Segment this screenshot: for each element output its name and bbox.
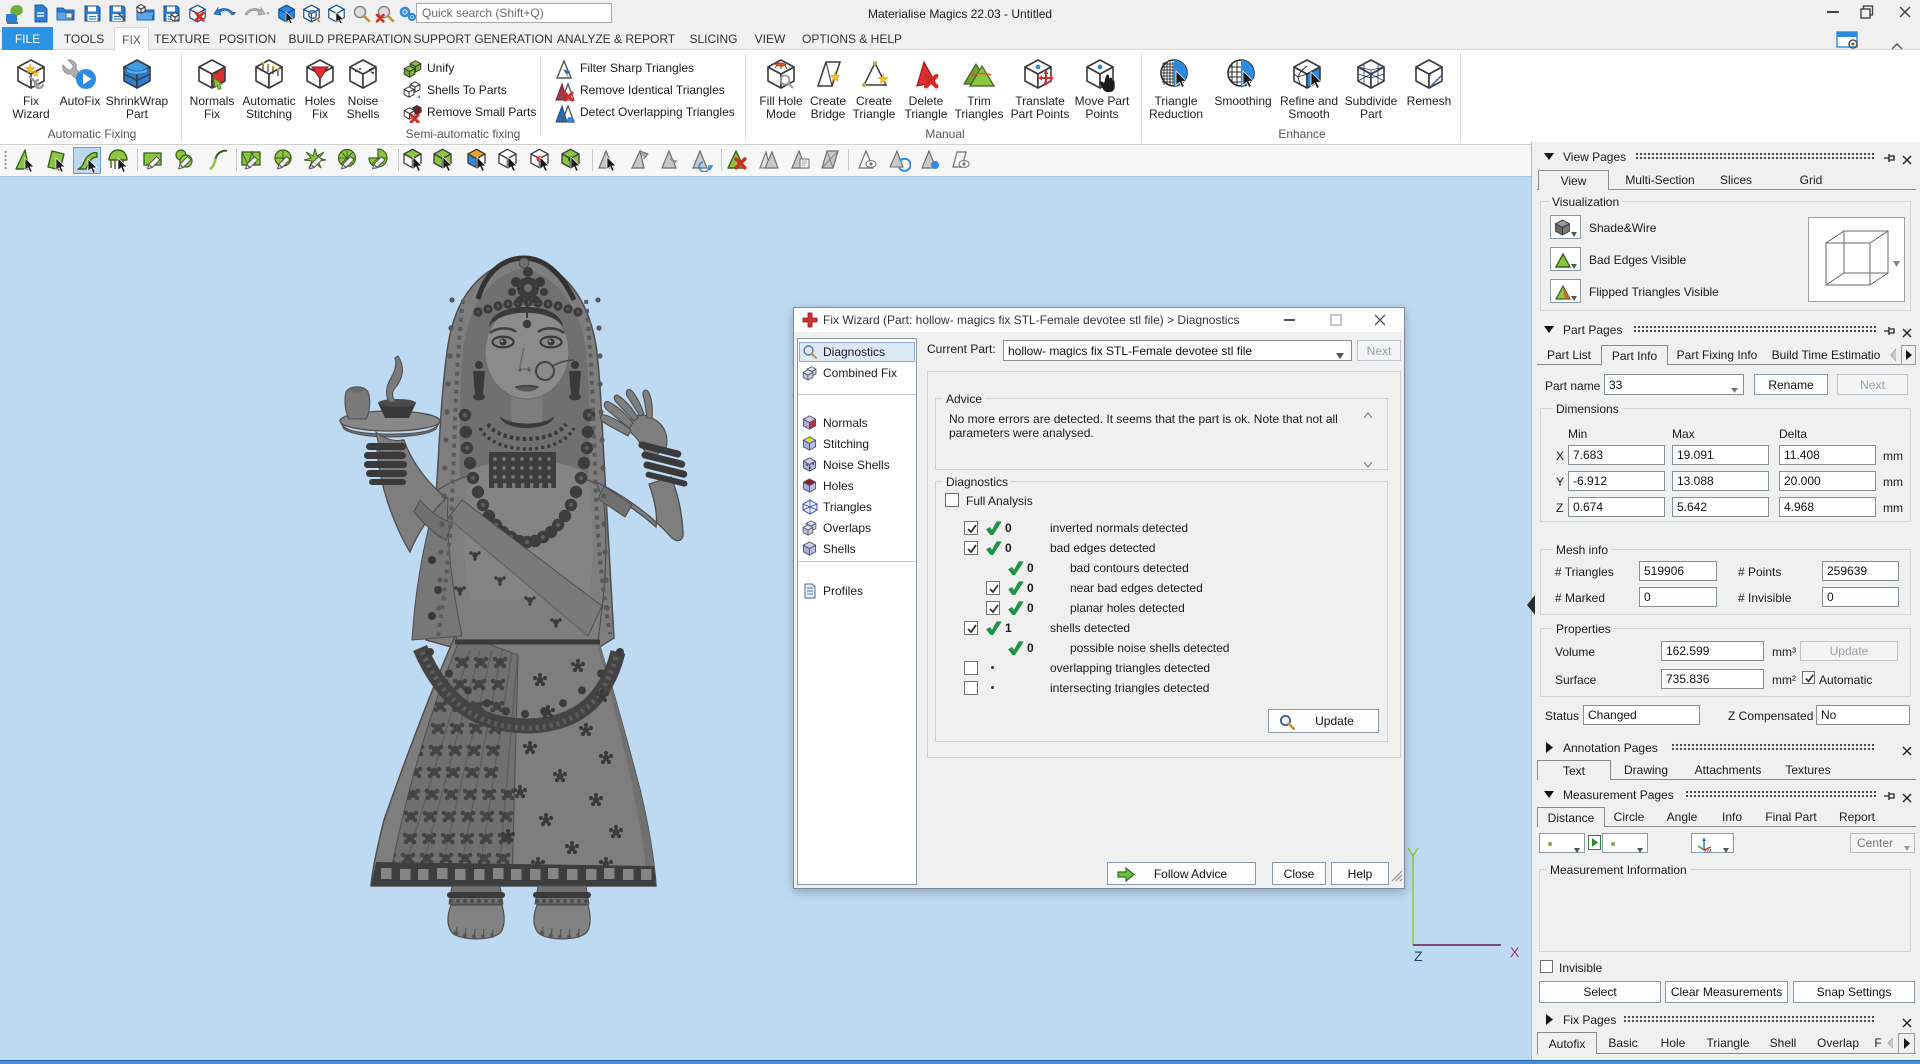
svg-text:xyz: xyz <box>1704 848 1712 853</box>
